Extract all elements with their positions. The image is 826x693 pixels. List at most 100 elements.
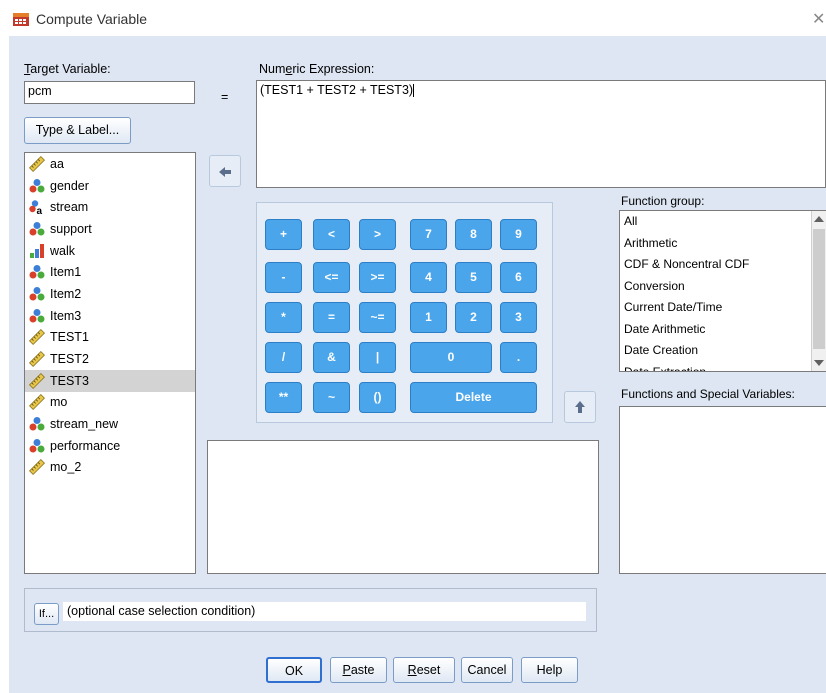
ruler-icon (29, 329, 45, 346)
function-group-item[interactable]: CDF & Noncentral CDF (620, 254, 826, 276)
calc-less-equal-button[interactable]: <= (313, 262, 350, 293)
calc-3-button[interactable]: 3 (500, 302, 537, 333)
calc-0-button[interactable]: 0 (410, 342, 492, 373)
variable-item[interactable]: Item2 (25, 283, 195, 305)
insert-function-button[interactable] (564, 391, 596, 423)
variable-item[interactable]: a stream (25, 196, 195, 218)
variable-name: stream_new (50, 417, 119, 432)
function-group-item[interactable]: Current Date/Time (620, 297, 826, 319)
ordinal-icon (29, 243, 45, 259)
calc-greater-equal-button[interactable]: >= (359, 262, 396, 293)
type-label-button[interactable]: Type & Label... (24, 117, 131, 144)
variable-name: stream (50, 200, 89, 215)
reset-button[interactable]: Reset (393, 657, 455, 683)
text-cursor (413, 84, 415, 98)
calc-not-equal-button[interactable]: ~= (359, 302, 396, 333)
variable-item[interactable]: TEST2 (25, 348, 195, 370)
calc-divide-button[interactable]: / (265, 342, 302, 373)
variable-item[interactable]: mo_2 (25, 457, 195, 479)
variable-name: gender (50, 178, 89, 193)
ruler-icon (29, 394, 45, 411)
nominal-icon (29, 221, 45, 237)
variable-name: TEST1 (50, 330, 89, 345)
variable-item[interactable]: Item3 (25, 305, 195, 327)
variable-item[interactable]: mo (25, 392, 195, 414)
ok-button[interactable]: OK (266, 657, 322, 683)
function-group-item[interactable]: Arithmetic (620, 233, 826, 255)
variable-item[interactable]: performance (25, 435, 195, 457)
scroll-down-icon[interactable] (814, 360, 824, 366)
calc-parentheses-button[interactable]: () (359, 382, 396, 413)
equals-sign: = (221, 90, 229, 104)
svg-text:a: a (37, 206, 43, 215)
variable-name: TEST2 (50, 352, 89, 367)
function-group-item[interactable]: Date Creation (620, 340, 826, 362)
calc-delete-button[interactable]: Delete (410, 382, 537, 413)
variable-list[interactable]: aa gender a stream support walk Item1 Item2 Item… (24, 152, 196, 574)
cancel-button[interactable]: Cancel (461, 657, 513, 683)
function-description-box (207, 440, 599, 574)
nominal-icon (29, 264, 45, 280)
calc-9-button[interactable]: 9 (500, 219, 537, 250)
variable-item[interactable]: support (25, 218, 195, 240)
variable-item[interactable]: Item1 (25, 261, 195, 283)
variable-name: mo_2 (50, 460, 82, 475)
spss-app-icon (13, 13, 29, 26)
calc-4-button[interactable]: 4 (410, 262, 447, 293)
functions-special-variables-list[interactable] (619, 406, 826, 574)
calc-greater-than-button[interactable]: > (359, 219, 396, 250)
calc-less-than-button[interactable]: < (313, 219, 350, 250)
ruler-icon (29, 351, 45, 368)
variable-item[interactable]: TEST1 (25, 327, 195, 349)
close-icon[interactable]: ✕ (812, 9, 825, 29)
nominal-string-icon: a (29, 199, 45, 217)
function-group-item[interactable]: Conversion (620, 276, 826, 298)
nominal-icon (29, 438, 45, 454)
function-group-item[interactable]: Date Extraction (620, 362, 826, 372)
function-group-list[interactable]: All Arithmetic CDF & Noncentral CDF Convers… (619, 210, 826, 372)
scroll-thumb[interactable] (813, 229, 825, 349)
numeric-expression-text: (TEST1 + TEST2 + TEST3) (260, 83, 414, 97)
function-group-item[interactable]: All (620, 211, 826, 233)
calc-2-button[interactable]: 2 (455, 302, 492, 333)
function-group-item[interactable]: Date Arithmetic (620, 319, 826, 341)
calc-plus-button[interactable]: + (265, 219, 302, 250)
nominal-icon (29, 308, 45, 324)
ruler-icon (29, 155, 45, 172)
calc-minus-button[interactable]: - (265, 262, 302, 293)
help-button[interactable]: Help (521, 657, 578, 683)
functions-special-variables-label: Functions and Special Variables: (621, 387, 795, 401)
calc-decimal-button[interactable]: . (500, 342, 537, 373)
move-to-expression-button[interactable] (209, 155, 241, 187)
calc-not-button[interactable]: ~ (313, 382, 350, 413)
variable-item[interactable]: TEST3 (25, 369, 195, 392)
calc-7-button[interactable]: 7 (410, 219, 447, 250)
nominal-icon (29, 416, 45, 432)
calc-power-button[interactable]: ** (265, 382, 302, 413)
scroll-up-icon[interactable] (814, 216, 824, 222)
calc-5-button[interactable]: 5 (455, 262, 492, 293)
calc-6-button[interactable]: 6 (500, 262, 537, 293)
variable-item[interactable]: gender (25, 175, 195, 197)
target-variable-label-rest: arget Variable: (30, 62, 111, 76)
if-button[interactable]: If... (34, 603, 59, 625)
variable-item[interactable]: walk (25, 240, 195, 262)
calc-multiply-button[interactable]: * (265, 302, 302, 333)
window-title: Compute Variable (36, 11, 148, 27)
paste-button[interactable]: Paste (330, 657, 387, 683)
ruler-icon (29, 459, 45, 476)
variable-name: Item3 (50, 308, 82, 323)
variable-name: mo (50, 395, 68, 410)
calc-1-button[interactable]: 1 (410, 302, 447, 333)
numeric-expression-input[interactable]: (TEST1 + TEST2 + TEST3) (256, 80, 826, 188)
case-selection-condition-text: (optional case selection condition) (63, 602, 586, 621)
target-variable-input[interactable]: pcm (24, 81, 195, 104)
calc-8-button[interactable]: 8 (455, 219, 492, 250)
function-group-scrollbar[interactable] (811, 211, 826, 371)
calc-or-button[interactable]: | (359, 342, 396, 373)
calc-and-button[interactable]: & (313, 342, 350, 373)
calc-equal-button[interactable]: = (313, 302, 350, 333)
target-variable-label: Target Variable: (24, 62, 111, 76)
variable-item[interactable]: stream_new (25, 413, 195, 435)
variable-item[interactable]: aa (25, 153, 195, 175)
